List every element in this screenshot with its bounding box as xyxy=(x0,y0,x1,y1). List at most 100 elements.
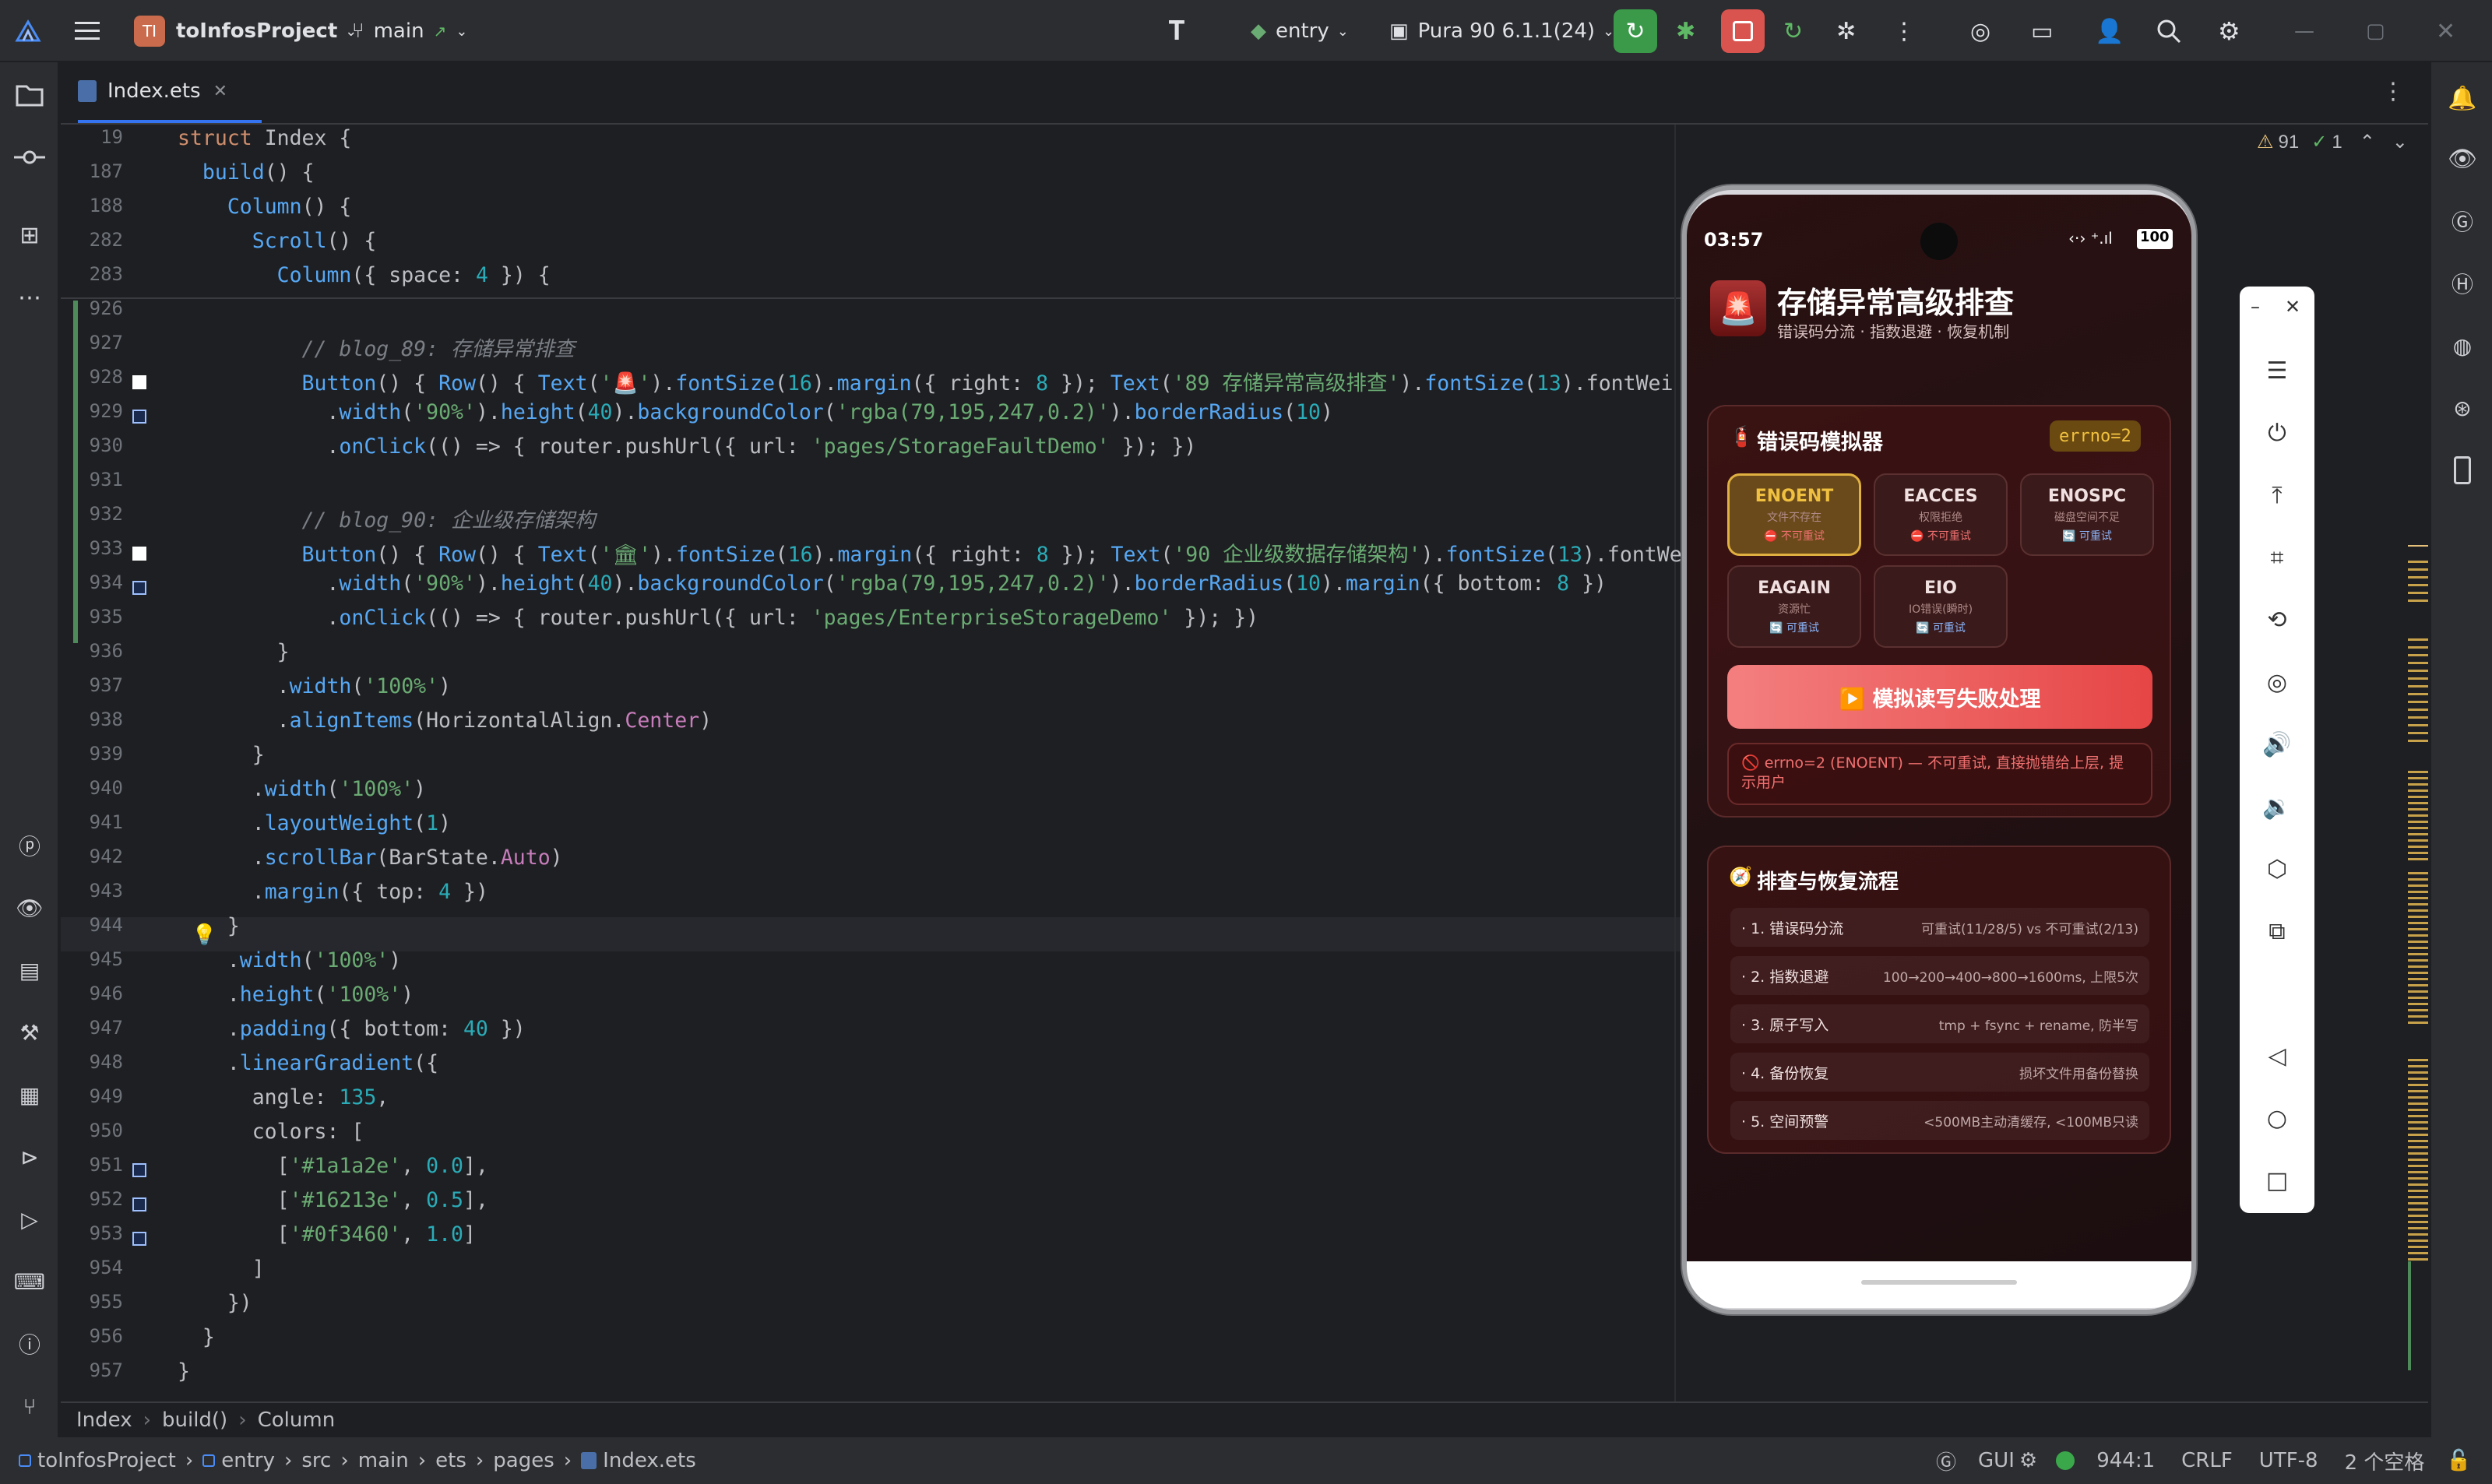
minimize-icon[interactable]: – xyxy=(2251,296,2260,318)
line-number[interactable]: 188 xyxy=(61,195,123,216)
log-icon[interactable]: ▦ xyxy=(11,1076,48,1113)
color-swatch[interactable] xyxy=(132,1197,146,1211)
harmony-icon[interactable]: Ⓗ xyxy=(2444,265,2481,302)
simulate-failure-button[interactable]: ▶️ 模拟读写失败处理 xyxy=(1727,665,2152,729)
terminal-icon[interactable]: ⌨ xyxy=(11,1263,48,1300)
code-line[interactable]: } xyxy=(178,743,265,767)
volume-up-icon[interactable]: 🔊 xyxy=(2258,726,2296,763)
line-number[interactable]: 957 xyxy=(61,1359,123,1381)
file-encoding[interactable]: UTF-8 xyxy=(2259,1449,2318,1472)
color-swatch[interactable] xyxy=(132,581,146,595)
apply-changes-icon[interactable]: ↻ xyxy=(1783,0,1803,62)
line-number[interactable]: 953 xyxy=(61,1222,123,1244)
error-code-button[interactable]: ENOENT 文件不存在 ⛔ 不可重试 xyxy=(1727,473,1861,556)
color-swatch[interactable] xyxy=(132,1163,146,1177)
multi-screen-icon[interactable]: ⧉ xyxy=(2258,913,2296,950)
code-line[interactable]: ['#16213e', 0.5], xyxy=(178,1188,488,1212)
device-selector[interactable]: ▣ Pura 90 6.1.1(24) ⌄ xyxy=(1389,0,1614,62)
line-number[interactable]: 187 xyxy=(61,160,123,182)
line-number[interactable]: 282 xyxy=(61,229,123,251)
debug-button[interactable]: ✱ xyxy=(1676,0,1695,62)
gui-label[interactable]: GUI xyxy=(1978,1449,2015,1472)
line-number[interactable]: 942 xyxy=(61,846,123,867)
line-number[interactable]: 950 xyxy=(61,1120,123,1141)
pin-top-icon[interactable]: ⤒ xyxy=(2258,476,2296,514)
code-line[interactable]: colors: [ xyxy=(178,1120,364,1144)
color-swatch[interactable] xyxy=(132,410,146,424)
code-line[interactable]: .layoutWeight(1) xyxy=(178,811,451,835)
device-screen[interactable]: 03:57 ‹·› ⁺.ıl 100 🚨 存储异常高级排查 错误码分流 · 指数… xyxy=(1687,195,2191,1261)
line-number[interactable]: 947 xyxy=(61,1017,123,1039)
structure-icon[interactable]: ⊞ xyxy=(11,216,48,254)
preview-eye-icon[interactable]: 👁 xyxy=(11,889,48,927)
line-number[interactable]: 926 xyxy=(61,297,123,319)
robot-icon[interactable]: ⊛ xyxy=(2444,389,2481,427)
code-line[interactable]: ['#0f3460', 1.0] xyxy=(178,1222,476,1247)
code-line[interactable]: } xyxy=(178,640,290,664)
path-item[interactable]: pages xyxy=(493,1449,554,1472)
line-number[interactable]: 19 xyxy=(61,126,123,148)
code-line[interactable]: // blog_89: 存储异常排查 xyxy=(178,332,575,362)
previewer-eye-icon[interactable]: 👁 xyxy=(2444,140,2481,178)
device-manager-icon[interactable]: ▭ xyxy=(2031,0,2053,62)
branch-selector[interactable]: ⑂ main ↗ ⌄ xyxy=(352,0,467,62)
commit-icon[interactable] xyxy=(11,139,48,176)
globe-icon[interactable]: ◍ xyxy=(2444,327,2481,364)
line-number[interactable]: 948 xyxy=(61,1051,123,1073)
code-line[interactable]: .width('100%') xyxy=(178,777,426,801)
code-line[interactable]: } xyxy=(178,1325,215,1349)
code-line[interactable]: .alignItems(HorizontalAlign.Center) xyxy=(178,709,712,733)
volume-down-icon[interactable]: 🔉 xyxy=(2258,788,2296,825)
project-folder-icon[interactable] xyxy=(11,76,48,114)
fold-icon[interactable]: ⬡ xyxy=(2258,850,2296,888)
back-icon[interactable]: ◁ xyxy=(2258,1037,2296,1074)
home-icon[interactable]: ○ xyxy=(2258,1099,2296,1137)
code-line[interactable]: .width('90%').height(40).backgroundColor… xyxy=(178,571,1607,596)
settings-gear-icon[interactable]: ⚙ xyxy=(2218,0,2240,62)
line-number[interactable]: 940 xyxy=(61,777,123,799)
chevron-down-icon[interactable]: ⌄ xyxy=(2392,131,2408,153)
code-line[interactable]: }) xyxy=(178,1291,252,1315)
editor-scrollbar[interactable] xyxy=(2408,125,2428,1401)
error-code-button[interactable]: EAGAIN 资源忙 🔄 可重试 xyxy=(1727,565,1861,648)
line-number[interactable]: 954 xyxy=(61,1257,123,1278)
code-line[interactable]: .width('100%') xyxy=(178,948,401,972)
code-line[interactable]: ] xyxy=(178,1257,265,1281)
error-code-button[interactable]: EACCES 权限拒绝 ⛔ 不可重试 xyxy=(1874,473,2008,556)
line-number[interactable]: 933 xyxy=(61,537,123,559)
more-actions-icon[interactable]: ⋮ xyxy=(1892,0,1916,62)
codegenie-icon[interactable]: Ⓖ xyxy=(1936,1447,1956,1475)
caret-position[interactable]: 944:1 xyxy=(2096,1449,2155,1472)
maximize-window-icon[interactable]: ▢ xyxy=(2366,0,2385,62)
chevron-up-icon[interactable]: ⌃ xyxy=(2360,131,2375,153)
breadcrumb-item[interactable]: Column xyxy=(258,1408,336,1432)
line-number[interactable]: 927 xyxy=(61,332,123,353)
gui-settings-icon[interactable]: ⚙ xyxy=(2019,1449,2037,1472)
notifications-bell-icon[interactable]: 🔔 xyxy=(2444,79,2481,117)
locate-icon[interactable]: ◎ xyxy=(1970,0,1990,62)
code-line[interactable]: build() { xyxy=(178,160,315,185)
line-number[interactable]: 930 xyxy=(61,434,123,456)
code-line[interactable]: Column() { xyxy=(178,195,352,219)
path-item[interactable]: Index.ets xyxy=(603,1449,696,1472)
code-line[interactable]: .width('100%') xyxy=(178,674,451,698)
line-number[interactable]: 934 xyxy=(61,571,123,593)
line-number[interactable]: 949 xyxy=(61,1085,123,1107)
device-preview-icon[interactable] xyxy=(2444,452,2481,489)
line-number[interactable]: 932 xyxy=(61,503,123,525)
tab-index-ets[interactable]: Index.ets ✕ xyxy=(78,62,262,123)
code-line[interactable]: Column({ space: 4 }) { xyxy=(178,263,551,287)
code-line[interactable]: angle: 135, xyxy=(178,1085,389,1109)
path-item[interactable]: toInfosProject xyxy=(37,1449,176,1472)
error-code-button[interactable]: EIO IO错误(瞬时) 🔄 可重试 xyxy=(1874,565,2008,648)
code-line[interactable]: .padding({ bottom: 40 }) xyxy=(178,1017,526,1041)
code-line[interactable]: Scroll() { xyxy=(178,229,377,253)
code-line[interactable]: // blog_90: 企业级存储架构 xyxy=(178,503,596,533)
problems-icon[interactable]: ⓘ xyxy=(11,1325,48,1363)
run-config-selector[interactable]: ◆ entry ⌄ xyxy=(1251,0,1349,62)
line-number[interactable]: 937 xyxy=(61,674,123,696)
line-number[interactable]: 938 xyxy=(61,709,123,730)
home-indicator[interactable] xyxy=(1861,1280,2017,1285)
main-menu-icon[interactable] xyxy=(73,0,101,62)
menu-icon[interactable]: ☰ xyxy=(2258,352,2296,389)
